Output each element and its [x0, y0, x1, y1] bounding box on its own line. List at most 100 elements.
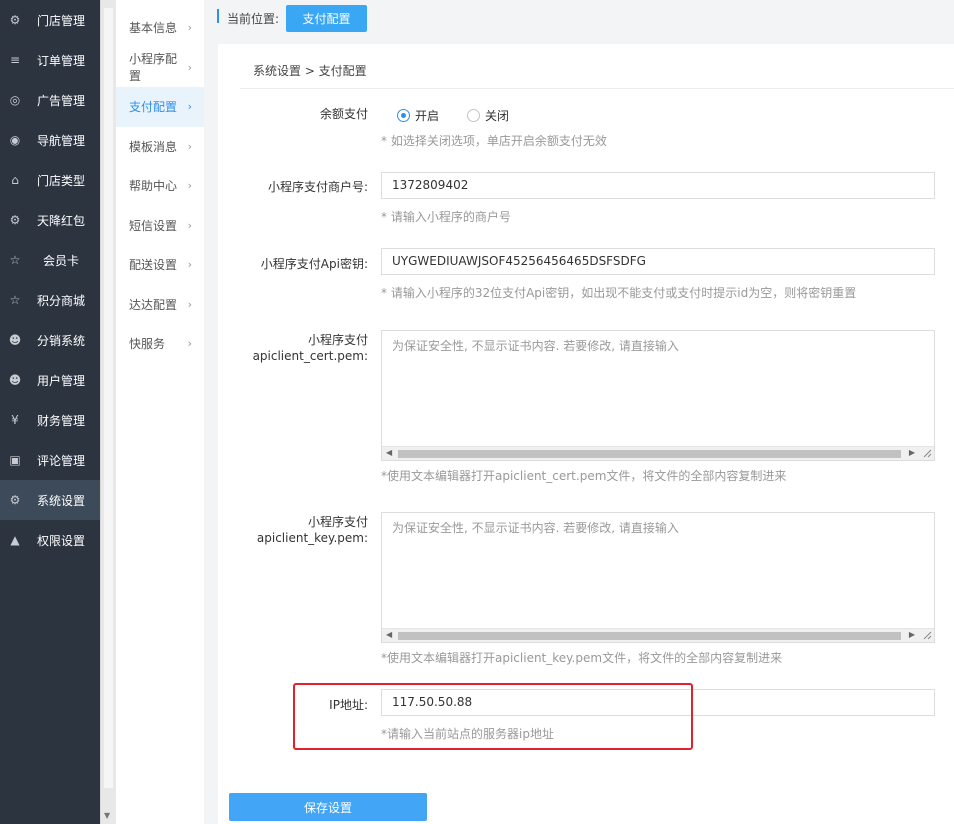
key-hint: *使用文本编辑器打开apiclient_key.pem文件，将文件的全部内容复制…	[381, 651, 783, 665]
balance-pay-off-radio[interactable]: 关闭	[467, 107, 509, 124]
breadcrumb: 系统设置 > 支付配置	[240, 54, 954, 89]
merchant-id-hint: * 请输入小程序的商户号	[381, 210, 511, 224]
user-icon: ☻	[8, 373, 22, 387]
resize-grip-icon[interactable]	[918, 446, 934, 460]
sidebar-item-label: 分销系统	[36, 333, 85, 348]
resize-grip-icon[interactable]	[918, 628, 934, 642]
location-bar: 当前位置: 支付配置	[204, 0, 954, 44]
chevron-right-icon: ›	[187, 100, 192, 114]
radio-unchecked-icon	[467, 109, 480, 122]
radio-label: 关闭	[485, 109, 510, 123]
lock-icon: ▲	[10, 533, 20, 547]
gift-icon: ⚙	[9, 213, 21, 227]
sidebar-item-label: 广告管理	[36, 93, 85, 108]
payment-config-panel: 系统设置 > 支付配置 余额支付 开启 关闭 * 如选择关闭选项，单店开启余额支…	[218, 44, 954, 824]
cert-hscrollbar[interactable]: ◀ ▶	[382, 446, 919, 460]
api-key-input[interactable]: UYGWEDIUAWJSOF45256456465DSFSDFG	[381, 248, 935, 275]
money-icon: ▣	[9, 453, 21, 467]
sidebar-item-label: 导航管理	[36, 133, 85, 148]
sidebar-item[interactable]: ¥ 财务管理	[0, 400, 100, 440]
sidebar-item[interactable]: ⚙ 系统设置	[0, 480, 100, 520]
sidebar-item-label: 财务管理	[36, 413, 85, 428]
submenu-item[interactable]: 小程序配置 ›	[116, 48, 204, 88]
sidebar-item[interactable]: ◎ 广告管理	[0, 80, 100, 120]
sidebar-item[interactable]: ⌂ 门店类型	[0, 160, 100, 200]
sidebar-item-label: 会员卡	[42, 253, 79, 268]
star-icon: ☆	[9, 253, 21, 267]
cert-textarea[interactable]: 为保证安全性, 不显示证书内容. 若要修改, 请直接输入 ◀ ▶	[381, 330, 935, 461]
sidebar-item-label: 权限设置	[36, 533, 85, 548]
submenu-item[interactable]: 配送设置 ›	[116, 245, 204, 285]
main-sidebar: ⚙ 门店管理 ≡ 订单管理 ◎ 广告管理 ◉ 导航管理 ⌂ 门店类型 ⚙ 天降红包 ☆ 会员卡 ☆ 积分商城 ☻…	[0, 0, 100, 824]
submenu-item[interactable]: 帮助中心 ›	[116, 166, 204, 206]
chevron-right-icon: ›	[187, 218, 192, 232]
yen-icon: ¥	[11, 413, 19, 427]
users-icon: ☻	[8, 333, 22, 347]
chevron-right-icon: ›	[187, 337, 192, 351]
sidebar-item-label: 系统设置	[36, 493, 85, 508]
current-location-button[interactable]: 支付配置	[286, 5, 367, 32]
scrollbar-thumb[interactable]	[104, 8, 113, 788]
sidebar-item-label: 评论管理	[36, 453, 85, 468]
submenu-item-label: 达达配置	[129, 297, 178, 312]
merchant-id-label: 小程序支付商户号:	[267, 180, 368, 194]
scroll-left-arrow-icon[interactable]: ◀	[386, 630, 392, 639]
chevron-right-icon: ›	[187, 21, 192, 35]
sidebar-item[interactable]: ☻ 用户管理	[0, 360, 100, 400]
sidebar-item[interactable]: ☆ 会员卡	[0, 240, 100, 280]
merchant-id-input[interactable]: 1372809402	[381, 172, 935, 199]
bank-icon: ⌂	[11, 173, 19, 187]
scrollbar-thumb[interactable]	[398, 450, 901, 458]
cert-placeholder: 为保证安全性, 不显示证书内容. 若要修改, 请直接输入	[392, 339, 679, 353]
key-hscrollbar[interactable]: ◀ ▶	[382, 628, 919, 642]
scroll-left-arrow-icon[interactable]: ◀	[386, 448, 392, 457]
sidebar-item[interactable]: ☻ 分销系统	[0, 320, 100, 360]
sidebar-item[interactable]: ▲ 权限设置	[0, 520, 100, 560]
submenu-item-label: 支付配置	[129, 100, 178, 115]
sidebar-item-label: 门店类型	[36, 173, 85, 188]
sidebar-item[interactable]: ▣ 评论管理	[0, 440, 100, 480]
save-button[interactable]: 保存设置	[229, 793, 427, 821]
sidebar-item[interactable]: ⚙ 天降红包	[0, 200, 100, 240]
chevron-right-icon: ›	[187, 60, 192, 74]
sidebar-item-label: 天降红包	[36, 213, 85, 228]
submenu-item[interactable]: 支付配置 ›	[116, 87, 204, 127]
key-textarea[interactable]: 为保证安全性, 不显示证书内容. 若要修改, 请直接输入 ◀ ▶	[381, 512, 935, 643]
location-marker	[217, 9, 219, 23]
chevron-right-icon: ›	[187, 139, 192, 153]
sidebar-item-label: 门店管理	[36, 13, 85, 28]
sidebar-item[interactable]: ⚙ 门店管理	[0, 0, 100, 40]
submenu-item[interactable]: 基本信息 ›	[116, 8, 204, 48]
submenu-item-label: 模板消息	[129, 139, 178, 154]
sidebar-item-label: 用户管理	[36, 373, 85, 388]
key-label-line2: apiclient_key.pem:	[256, 531, 368, 545]
ip-hint: *请输入当前站点的服务器ip地址	[381, 727, 554, 741]
api-key-hint: * 请输入小程序的32位支付Api密钥，如出现不能支付或支付时提示id为空，则将…	[381, 286, 857, 300]
sidebar-item[interactable]: ≡ 订单管理	[0, 40, 100, 80]
submenu-item[interactable]: 模板消息 ›	[116, 127, 204, 167]
sidebar-item[interactable]: ◉ 导航管理	[0, 120, 100, 160]
submenu-item-label: 配送设置	[129, 258, 178, 273]
settings-submenu: 基本信息 › 小程序配置 › 支付配置 › 模板消息 › 帮助中心 › 短信设置 › 配送设置 › 达达配置…	[116, 0, 204, 824]
submenu-item-label: 基本信息	[129, 21, 178, 36]
ip-address-input[interactable]: 117.50.50.88	[381, 689, 935, 716]
balance-pay-on-radio[interactable]: 开启	[397, 107, 439, 124]
sidebar-scrollbar[interactable]: ▼	[100, 0, 116, 824]
submenu-item[interactable]: 快服务 ›	[116, 324, 204, 364]
radio-checked-icon	[397, 109, 410, 122]
submenu-item-label: 短信设置	[129, 218, 178, 233]
scroll-right-arrow-icon[interactable]: ▶	[909, 630, 915, 639]
star-icon: ☆	[9, 293, 21, 307]
lifebuoy-icon: ◎	[9, 93, 21, 107]
scroll-down-arrow-icon[interactable]: ▼	[104, 811, 110, 820]
submenu-item[interactable]: 短信设置 ›	[116, 206, 204, 246]
balance-pay-label: 余额支付	[319, 107, 368, 121]
gear-icon: ⚙	[9, 493, 21, 507]
radio-label: 开启	[415, 109, 440, 123]
scrollbar-thumb[interactable]	[398, 632, 901, 640]
sidebar-item[interactable]: ☆ 积分商城	[0, 280, 100, 320]
cert-hint: *使用文本编辑器打开apiclient_cert.pem文件，将文件的全部内容复…	[381, 469, 787, 483]
submenu-item[interactable]: 达达配置 ›	[116, 285, 204, 325]
location-label: 当前位置:	[227, 12, 280, 26]
scroll-right-arrow-icon[interactable]: ▶	[909, 448, 915, 457]
